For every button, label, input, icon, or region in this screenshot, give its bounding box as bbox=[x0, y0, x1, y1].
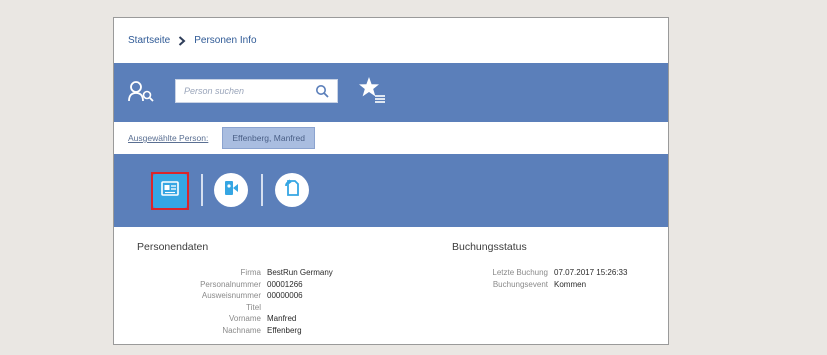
action-bar bbox=[114, 154, 668, 227]
breadcrumb: Startseite Personen Info bbox=[114, 18, 668, 63]
app-window: Startseite Personen Info Person suchen A… bbox=[113, 17, 669, 345]
divider bbox=[201, 174, 203, 206]
chevron-right-icon bbox=[178, 35, 186, 46]
document-refresh-icon bbox=[282, 178, 302, 203]
field-value: 07.07.2017 15:26:33 bbox=[554, 268, 628, 277]
field-label: Personalnummer bbox=[200, 279, 261, 289]
field-value: Kommen bbox=[554, 279, 587, 289]
search-field[interactable] bbox=[175, 79, 338, 103]
field-value: 00000006 bbox=[267, 291, 303, 300]
field-value: Effenberg bbox=[267, 325, 302, 335]
field-value: 00001266 bbox=[267, 279, 303, 289]
search-input[interactable] bbox=[176, 80, 304, 102]
content-panel: Personendaten Firma BestRun Germany Pers… bbox=[114, 227, 668, 344]
field-value: Manfred bbox=[267, 314, 297, 323]
field-label: Titel bbox=[246, 302, 261, 312]
field-value bbox=[267, 303, 333, 314]
field-value: BestRun Germany bbox=[267, 268, 333, 277]
person-arrow-icon bbox=[221, 178, 241, 203]
breadcrumb-home-link[interactable]: Startseite bbox=[128, 35, 170, 46]
personal-data-grid: Firma BestRun Germany Personalnummer 000… bbox=[151, 268, 333, 336]
selected-person-row: Ausgewählte Person: Effenberg, Manfred bbox=[114, 122, 668, 154]
breadcrumb-current: Personen Info bbox=[194, 35, 257, 46]
person-search-icon[interactable] bbox=[128, 81, 154, 108]
field-label: Ausweisnummer bbox=[201, 291, 261, 300]
selected-person-label: Ausgewählte Person: bbox=[128, 133, 209, 143]
field-label: Firma bbox=[240, 268, 261, 277]
favorites-list-icon[interactable] bbox=[358, 76, 388, 109]
selection-highlight bbox=[151, 172, 189, 210]
selected-person-badge[interactable]: Effenberg, Manfred bbox=[222, 127, 315, 149]
field-label: Letzte Buchung bbox=[492, 268, 548, 277]
person-arrow-button[interactable] bbox=[214, 173, 248, 207]
search-toolbar bbox=[114, 63, 668, 122]
field-label: Vorname bbox=[228, 314, 261, 323]
booking-status-grid: Letzte Buchung 07.07.2017 15:26:33 Buchu… bbox=[444, 268, 627, 290]
personal-data-title: Personendaten bbox=[137, 241, 209, 253]
booking-status-title: Buchungsstatus bbox=[452, 241, 527, 253]
document-refresh-button[interactable] bbox=[275, 173, 309, 207]
search-icon[interactable] bbox=[315, 84, 329, 103]
divider bbox=[261, 174, 263, 206]
field-label: Nachname bbox=[222, 325, 261, 335]
field-label: Buchungsevent bbox=[492, 279, 548, 289]
